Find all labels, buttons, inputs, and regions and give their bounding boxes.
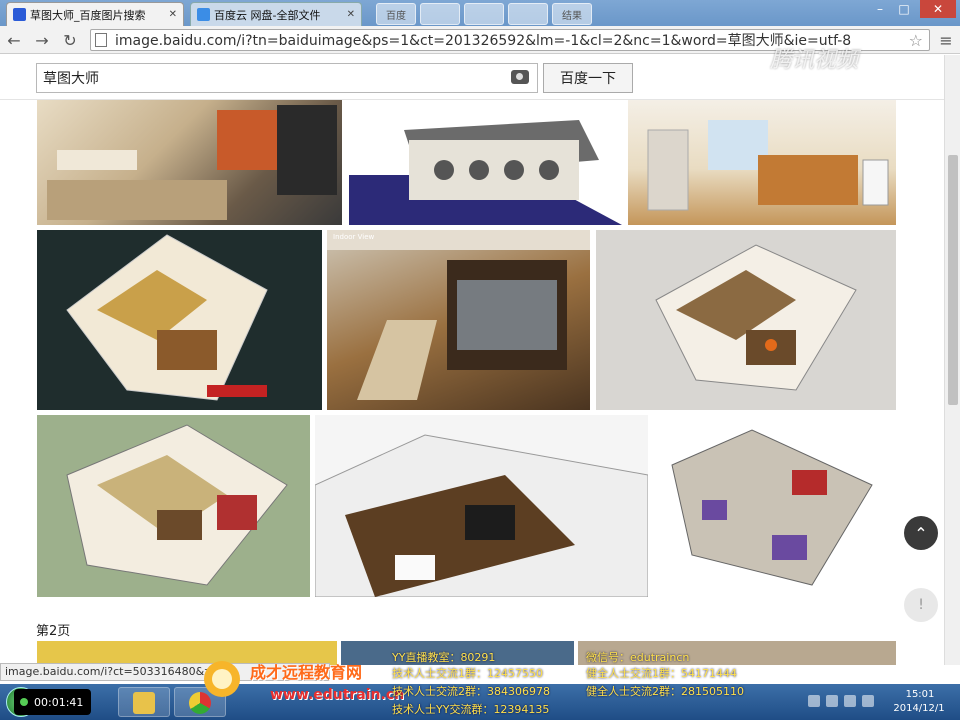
edu-info-line: 技术人士交流2群：384306978 bbox=[392, 685, 550, 698]
clock-date: 2014/12/1 bbox=[893, 703, 945, 714]
image-art bbox=[671, 429, 873, 586]
back-to-top-button[interactable]: ⌃ bbox=[904, 516, 938, 550]
taskbar-explorer[interactable] bbox=[118, 687, 170, 717]
forward-icon[interactable]: → bbox=[32, 30, 52, 50]
tencent-video-watermark: 腾讯视频 bbox=[770, 48, 859, 73]
result-image[interactable] bbox=[596, 230, 896, 410]
image-art bbox=[349, 120, 622, 225]
edu-info-line: 微信号：edutraincn bbox=[586, 651, 690, 664]
search-button[interactable]: 百度一下 bbox=[543, 63, 633, 93]
scroll-thumb[interactable] bbox=[948, 155, 958, 405]
search-query: 草图大师 bbox=[43, 71, 99, 87]
close-tab-icon[interactable]: ✕ bbox=[169, 9, 177, 20]
page-content: Indoor View 第2页 ⌃ ! 草图大师 百度一下 bbox=[0, 55, 960, 665]
result-image[interactable] bbox=[37, 100, 342, 225]
edu-info-line: YY直播教室：80291 bbox=[392, 651, 496, 664]
tab-label: 百度云 网盘-全部文件 bbox=[214, 8, 321, 22]
network-icon[interactable] bbox=[844, 695, 856, 707]
edu-url: www.edutrain.cn bbox=[270, 687, 405, 703]
ghost-tab bbox=[464, 3, 504, 25]
image-art bbox=[315, 434, 648, 597]
tab-baidu-images[interactable]: 草图大师_百度图片搜索 ✕ bbox=[6, 2, 184, 26]
image-caption: Indoor View bbox=[333, 233, 375, 241]
search-input[interactable]: 草图大师 bbox=[36, 63, 538, 93]
ghost-tab: 百度 bbox=[376, 3, 416, 25]
ghost-tab bbox=[420, 3, 460, 25]
feedback-button[interactable]: ! bbox=[904, 588, 938, 622]
bookmark-star-icon[interactable]: ☆ bbox=[909, 31, 923, 50]
edu-info-line: 技术人士交流1群：12457550 bbox=[392, 667, 543, 680]
tray-icon[interactable] bbox=[826, 695, 838, 707]
edu-info-line: 健全人士交流1群：54171444 bbox=[586, 667, 737, 680]
page-icon bbox=[95, 33, 107, 47]
edu-title: 成才远程教育网 bbox=[250, 663, 363, 682]
image-art bbox=[655, 244, 857, 391]
vertical-scrollbar[interactable] bbox=[944, 55, 960, 665]
volume-icon[interactable] bbox=[862, 695, 874, 707]
menu-icon[interactable]: ≡ bbox=[936, 30, 956, 50]
tab-baidu-pan[interactable]: 百度云 网盘-全部文件 ✕ bbox=[190, 2, 362, 26]
maximize-icon[interactable]: □ bbox=[892, 0, 916, 18]
result-image[interactable] bbox=[37, 415, 310, 597]
result-image[interactable] bbox=[652, 415, 896, 597]
baidu-favicon-icon bbox=[13, 8, 26, 21]
screen: 草图大师_百度图片搜索 ✕ 百度云 网盘-全部文件 ✕ 百度 结果 – □ ✕ … bbox=[0, 0, 960, 720]
page-number-label: 第2页 bbox=[36, 624, 71, 639]
baidu-pan-favicon-icon bbox=[197, 8, 210, 21]
system-tray: 15:01 2014/12/1 bbox=[800, 687, 960, 717]
edu-info-line: 健全人士交流2群：281505110 bbox=[586, 685, 744, 698]
clock-time: 15:01 bbox=[905, 689, 935, 700]
tab-strip: 草图大师_百度图片搜索 ✕ 百度云 网盘-全部文件 ✕ 百度 结果 – □ ✕ bbox=[0, 0, 960, 26]
folder-icon bbox=[133, 692, 155, 714]
recording-timer: 00:01:41 bbox=[14, 689, 92, 715]
image-art bbox=[327, 230, 590, 400]
camera-icon[interactable] bbox=[511, 70, 529, 84]
reload-icon[interactable]: ↻ bbox=[60, 30, 80, 50]
result-image[interactable]: Indoor View bbox=[327, 230, 590, 410]
edu-banner-watermark: 成才远程教育网 www.edutrain.cn YY直播教室：80291 技术人… bbox=[200, 651, 760, 720]
close-window-icon[interactable]: ✕ bbox=[920, 0, 956, 18]
tray-icon[interactable] bbox=[808, 695, 820, 707]
result-image[interactable] bbox=[628, 100, 896, 225]
tab-label: 草图大师_百度图片搜索 bbox=[30, 8, 146, 22]
result-image[interactable] bbox=[315, 415, 648, 597]
minimize-icon[interactable]: – bbox=[868, 0, 892, 18]
image-art bbox=[47, 105, 337, 220]
image-art bbox=[66, 234, 268, 401]
ghost-tab: 结果 bbox=[552, 3, 592, 25]
edu-logo-icon bbox=[204, 661, 240, 697]
image-art bbox=[647, 120, 889, 211]
ghost-tab bbox=[508, 3, 548, 25]
image-art bbox=[66, 424, 288, 586]
result-image[interactable] bbox=[37, 230, 322, 410]
result-image[interactable] bbox=[349, 100, 622, 225]
close-tab-icon[interactable]: ✕ bbox=[347, 9, 355, 20]
back-icon[interactable]: ← bbox=[4, 30, 24, 50]
edu-info-line: 技术人士YY交流群：12394135 bbox=[392, 703, 550, 716]
